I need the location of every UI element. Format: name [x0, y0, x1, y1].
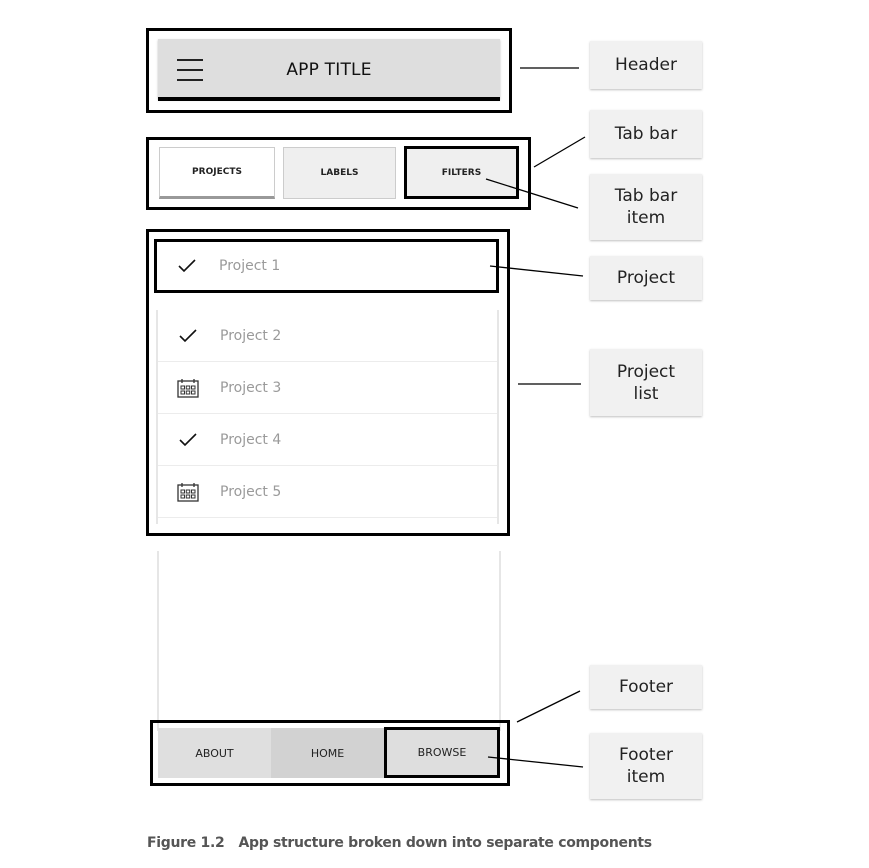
project-list: Project 2 Project 3 Project 4 Project 5: [156, 310, 499, 524]
tab-filters[interactable]: FILTERS: [404, 146, 519, 199]
tab-projects[interactable]: PROJECTS: [159, 147, 275, 199]
callout-footer-item: Footer item: [590, 733, 702, 799]
calendar-icon: [173, 482, 203, 502]
callout-project: Project: [590, 256, 702, 300]
connector-tab-bar: [533, 136, 586, 168]
project-item-selected[interactable]: Project 1: [154, 239, 499, 293]
connector-footer: [516, 690, 581, 723]
checkmark-icon: [172, 259, 202, 273]
figure-caption-text: App structure broken down into separate …: [238, 835, 652, 851]
footer-item-browse[interactable]: BROWSE: [384, 727, 500, 778]
app-header: APP TITLE: [158, 39, 500, 99]
callout-project-list: Project list: [590, 349, 702, 416]
project-label: Project 3: [220, 379, 282, 396]
project-label: Project 2: [220, 327, 282, 344]
list-item[interactable]: Project 4: [158, 414, 497, 466]
list-item[interactable]: Project 2: [158, 310, 497, 362]
checkmark-icon: [173, 432, 203, 447]
content-area: [157, 551, 501, 731]
tab-label: PROJECTS: [192, 167, 242, 177]
app-title: APP TITLE: [286, 60, 372, 80]
footer-item-about[interactable]: ABOUT: [158, 728, 271, 778]
tab-label: LABELS: [320, 168, 359, 178]
callout-footer: Footer: [590, 665, 702, 709]
checkmark-icon: [173, 328, 203, 343]
callout-header: Header: [590, 41, 702, 89]
list-item[interactable]: Project 3: [158, 362, 497, 414]
calendar-icon: [173, 378, 203, 398]
footer-item-home[interactable]: HOME: [271, 728, 384, 778]
callout-tab-bar: Tab bar: [590, 110, 702, 158]
header-underline: [158, 97, 500, 101]
footer-label: BROWSE: [417, 746, 467, 759]
project-label: Project 4: [220, 431, 282, 448]
list-item[interactable]: Project 5: [158, 466, 497, 518]
project-label: Project 1: [219, 258, 281, 274]
figure-caption: Figure 1.2 App structure broken down into…: [147, 835, 747, 851]
tab-labels[interactable]: LABELS: [283, 147, 396, 199]
footer-label: HOME: [310, 746, 345, 760]
project-label: Project 5: [220, 483, 282, 500]
callout-tab-bar-item: Tab bar item: [590, 174, 702, 240]
tab-label: FILTERS: [441, 167, 482, 178]
figure-number: Figure 1.2: [147, 835, 225, 851]
footer-label: ABOUT: [195, 746, 234, 760]
